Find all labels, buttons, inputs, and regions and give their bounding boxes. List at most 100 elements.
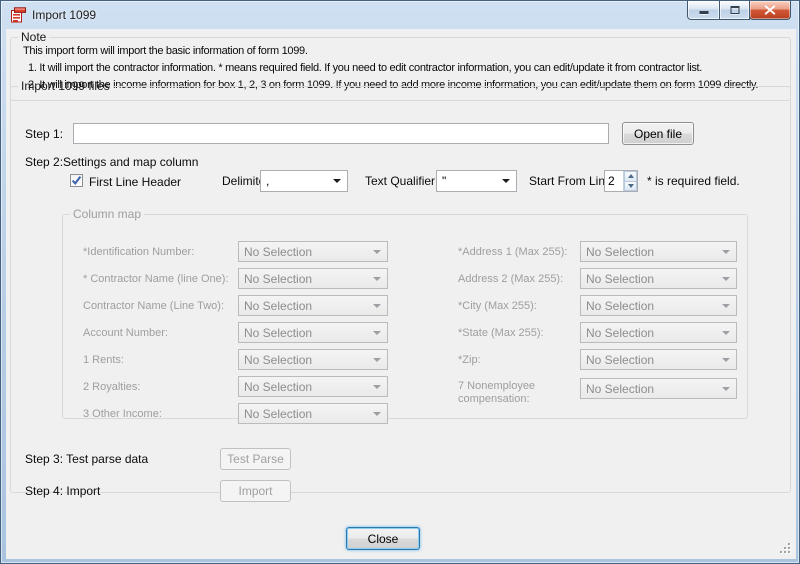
- chevron-down-icon: [502, 179, 510, 183]
- zip-dropdown: No Selection: [580, 349, 737, 370]
- address-1-dropdown: No Selection: [580, 241, 737, 262]
- city-label: *City (Max 255):: [458, 300, 580, 312]
- chevron-down-icon: [373, 304, 381, 308]
- checkmark-icon: [71, 175, 82, 186]
- chevron-down-icon: [628, 184, 634, 188]
- text-qualifier-label: Text Qualifier: [365, 174, 435, 188]
- contractor-name-line-one-dropdown: No Selection: [238, 268, 388, 289]
- maximize-button[interactable]: [719, 1, 750, 20]
- table-row: Contractor Name (Line Two): No Selection: [83, 295, 388, 316]
- chevron-down-icon: [333, 179, 341, 183]
- import-button: Import: [220, 480, 291, 502]
- column-map-groupbox: Column map *Identification Number: No Se…: [62, 207, 748, 419]
- table-row: Address 2 (Max 255): No Selection: [458, 268, 737, 289]
- chevron-down-icon: [373, 358, 381, 362]
- import-1099-dialog: Import 1099 Note This import form will i…: [0, 0, 800, 564]
- column-map-legend: Column map: [70, 207, 144, 221]
- nonemployee-compensation-label: 7 Nonemployee compensation:: [458, 378, 580, 406]
- titlebar[interactable]: Import 1099: [1, 1, 799, 29]
- step3-label: Step 3: Test parse data: [25, 452, 148, 466]
- minimize-button[interactable]: [687, 1, 720, 20]
- step4-label: Step 4: Import: [25, 484, 100, 498]
- text-qualifier-value: ": [442, 174, 446, 188]
- chevron-down-icon: [373, 331, 381, 335]
- chevron-up-icon: [628, 174, 634, 178]
- rents-dropdown: No Selection: [238, 349, 388, 370]
- required-field-note: * is required field.: [647, 174, 740, 188]
- other-income-label: 3 Other Income:: [83, 408, 238, 420]
- minimize-icon: [699, 11, 708, 14]
- address-1-label: *Address 1 (Max 255):: [458, 246, 580, 258]
- spinner-up-button[interactable]: [624, 171, 637, 181]
- table-row: * Contractor Name (line One): No Selecti…: [83, 268, 388, 289]
- first-line-header-label: First Line Header: [89, 175, 181, 189]
- chevron-down-icon: [373, 412, 381, 416]
- table-row: 2 Royalties: No Selection: [83, 376, 388, 397]
- import-files-groupbox: Import 1099 files Step 1: Open file Step…: [10, 79, 791, 493]
- spinner-buttons: [623, 171, 637, 191]
- close-window-button[interactable]: [749, 1, 791, 20]
- state-label: *State (Max 255):: [458, 327, 580, 339]
- table-row: *Address 1 (Max 255): No Selection: [458, 241, 737, 262]
- chevron-down-icon: [373, 250, 381, 254]
- table-row: *State (Max 255): No Selection: [458, 322, 737, 343]
- other-income-dropdown: No Selection: [238, 403, 388, 424]
- close-icon: [765, 6, 776, 15]
- start-from-line-stepper[interactable]: [604, 170, 638, 192]
- identification-number-label: *Identification Number:: [83, 246, 238, 258]
- import-files-legend: Import 1099 files: [18, 79, 113, 93]
- state-dropdown: No Selection: [580, 322, 737, 343]
- contractor-name-line-one-label: * Contractor Name (line One):: [83, 273, 238, 285]
- delimiter-dropdown[interactable]: ,: [260, 170, 348, 192]
- note-line-2: 1. It will import the contractor informa…: [28, 62, 790, 74]
- table-row: *Zip: No Selection: [458, 349, 737, 370]
- zip-label: *Zip:: [458, 354, 580, 366]
- table-row: 1 Rents: No Selection: [83, 349, 388, 370]
- chevron-down-icon: [722, 277, 730, 281]
- text-qualifier-dropdown[interactable]: ": [436, 170, 517, 192]
- rents-label: 1 Rents:: [83, 354, 238, 366]
- step2-title: Settings and map column: [63, 155, 198, 169]
- city-dropdown: No Selection: [580, 295, 737, 316]
- step2-label: Step 2:: [25, 155, 63, 169]
- resize-grip[interactable]: [778, 541, 792, 555]
- chevron-down-icon: [722, 331, 730, 335]
- table-row: Account Number: No Selection: [83, 322, 388, 343]
- test-parse-button: Test Parse: [220, 448, 291, 470]
- contractor-name-line-two-label: Contractor Name (Line Two):: [83, 300, 238, 312]
- royalties-label: 2 Royalties:: [83, 381, 238, 393]
- maximize-icon: [730, 6, 739, 14]
- file-path-input[interactable]: [73, 123, 609, 144]
- delimiter-value: ,: [266, 174, 269, 188]
- chevron-down-icon: [722, 387, 730, 391]
- spinner-down-button[interactable]: [624, 181, 637, 192]
- start-from-line-label: Start From Line: [529, 174, 612, 188]
- address-2-label: Address 2 (Max 255):: [458, 273, 580, 285]
- step1-label: Step 1:: [25, 127, 63, 141]
- chevron-down-icon: [373, 385, 381, 389]
- first-line-header-checkbox[interactable]: [70, 174, 83, 187]
- window-title: Import 1099: [32, 8, 96, 22]
- royalties-dropdown: No Selection: [238, 376, 388, 397]
- chevron-down-icon: [722, 304, 730, 308]
- column-map-right-column: *Address 1 (Max 255): No Selection Addre…: [458, 241, 737, 412]
- start-from-line-input[interactable]: [605, 171, 623, 191]
- chevron-down-icon: [722, 358, 730, 362]
- dialog-body: Note This import form will import the ba…: [6, 29, 796, 559]
- note-legend: Note: [18, 30, 49, 44]
- chevron-down-icon: [373, 277, 381, 281]
- contractor-name-line-two-dropdown: No Selection: [238, 295, 388, 316]
- table-row: 3 Other Income: No Selection: [83, 403, 388, 424]
- account-number-dropdown: No Selection: [238, 322, 388, 343]
- open-file-button[interactable]: Open file: [622, 122, 694, 145]
- chevron-down-icon: [722, 250, 730, 254]
- column-map-left-column: *Identification Number: No Selection * C…: [83, 241, 388, 430]
- window-controls: [688, 1, 791, 20]
- nonemployee-compensation-dropdown: No Selection: [580, 378, 737, 399]
- table-row: 7 Nonemployee compensation: No Selection: [458, 378, 737, 406]
- address-2-dropdown: No Selection: [580, 268, 737, 289]
- close-dialog-button[interactable]: Close: [346, 527, 420, 550]
- note-line-1: This import form will import the basic i…: [23, 45, 790, 57]
- account-number-label: Account Number:: [83, 327, 238, 339]
- identification-number-dropdown: No Selection: [238, 241, 388, 262]
